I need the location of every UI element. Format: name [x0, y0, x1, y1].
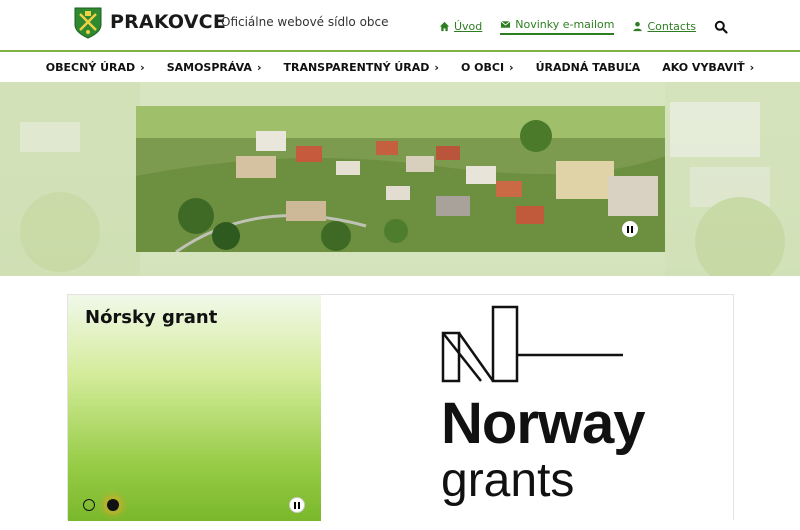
- contacts-link-label: Contacts: [647, 20, 696, 33]
- grant-title[interactable]: Nórsky grant: [85, 307, 217, 328]
- nav-item-label: SAMOSPRÁVA: [166, 60, 252, 74]
- envelope-icon: [500, 20, 511, 28]
- village-photo: [136, 106, 665, 252]
- pause-icon-bar: [294, 501, 296, 509]
- pause-icon-bar: [631, 225, 633, 233]
- newsletter-link[interactable]: Novinky e-mailom: [500, 18, 615, 35]
- nav-item-uradna-tabula[interactable]: ÚRADNÁ TABUĽA: [525, 61, 652, 74]
- grant-panel: Nórsky grant: [68, 295, 321, 521]
- pause-icon-bar: [298, 501, 300, 509]
- nav-item-label: O OBCI: [460, 60, 505, 74]
- pause-icon-bar: [627, 225, 629, 233]
- hero-banner: [0, 82, 800, 276]
- coat-of-arms-logo[interactable]: [74, 7, 102, 39]
- site-subtitle: Oficiálne webové sídlo obce: [221, 15, 389, 29]
- chevron-right-icon: ›: [509, 60, 514, 74]
- chevron-right-icon: ›: [256, 60, 262, 74]
- norway-grants-word-grants: grants: [441, 454, 575, 507]
- top-links: Úvod Novinky e-mailom Contacts: [439, 18, 728, 35]
- user-icon: [633, 21, 643, 32]
- newsletter-link-label: Novinky e-mailom: [515, 18, 615, 31]
- nav-item-o-obci[interactable]: O OBCI ›: [450, 61, 525, 74]
- norway-grants-logo-panel[interactable]: Norway grants: [321, 295, 733, 521]
- nav-item-label: OBECNÝ ÚRAD: [45, 60, 136, 74]
- contacts-link[interactable]: Contacts: [632, 20, 696, 33]
- site-name[interactable]: PRAKOVCE: [110, 11, 226, 33]
- home-link[interactable]: Úvod: [439, 20, 482, 33]
- chevron-right-icon: ›: [140, 60, 145, 74]
- nav-item-label: AKO VYBAVIŤ: [662, 60, 745, 74]
- nav-item-obecny-urad[interactable]: OBECNÝ ÚRAD ›: [35, 61, 156, 74]
- site-header: PRAKOVCE Oficiálne webové sídlo obce Úvo…: [0, 0, 800, 50]
- carousel-dot-1[interactable]: [83, 499, 95, 511]
- hero-pause-button[interactable]: [622, 221, 638, 237]
- chevron-right-icon: ›: [749, 60, 755, 74]
- nav-item-samosprava[interactable]: SAMOSPRÁVA ›: [156, 61, 273, 74]
- nav-item-label: TRANSPARENTNÝ ÚRAD: [283, 60, 430, 74]
- norway-grants-logo-icon: [441, 305, 623, 383]
- nav-item-label: ÚRADNÁ TABUĽA: [535, 60, 641, 74]
- home-icon: [439, 21, 450, 32]
- chevron-right-icon: ›: [434, 60, 439, 74]
- main-nav: OBECNÝ ÚRAD › SAMOSPRÁVA › TRANSPARENTNÝ…: [0, 52, 800, 82]
- carousel-pause-button[interactable]: [289, 497, 305, 513]
- home-link-label: Úvod: [453, 20, 483, 33]
- nav-item-transparentny-urad[interactable]: TRANSPARENTNÝ ÚRAD ›: [272, 61, 449, 74]
- carousel-dot-2-active[interactable]: [107, 499, 119, 511]
- nav-item-ako-vybavit[interactable]: AKO VYBAVIŤ ›: [651, 61, 765, 74]
- norway-grants-word-norway: Norway: [441, 391, 646, 456]
- search-icon[interactable]: [714, 20, 728, 34]
- grant-carousel: Nórsky grant Norway grants: [67, 294, 734, 521]
